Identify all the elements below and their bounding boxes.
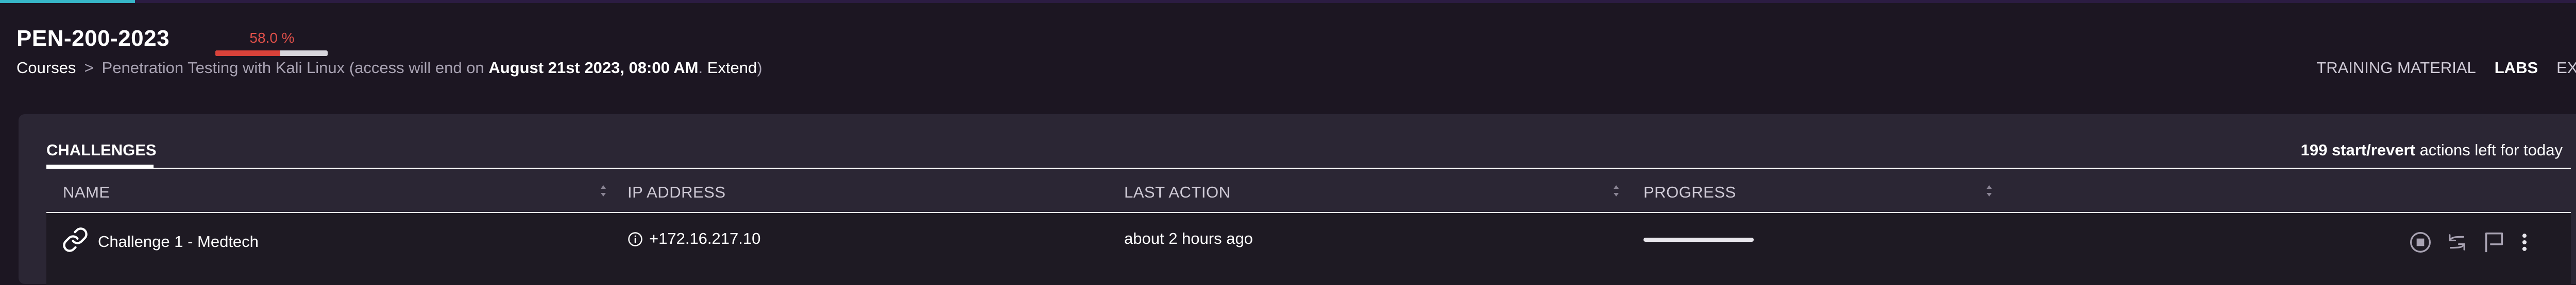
course-progress-fill (215, 50, 281, 56)
challenge-progress-fill (1643, 238, 1754, 242)
flag-icon[interactable] (2482, 230, 2506, 254)
course-title: PEN-200-2023 (16, 26, 170, 51)
breadcrumb-courses-link[interactable]: Courses (16, 59, 76, 77)
nav-exam[interactable]: EXAM (2556, 59, 2576, 77)
actions-left-suffix: actions left for today (2419, 141, 2563, 159)
access-prefix: (access will end on (349, 59, 484, 77)
top-nav: TRAINING MATERIAL LABS EXAM (2316, 59, 2576, 77)
access-close-paren: ) (757, 59, 762, 77)
access-end-date: August 21st 2023, 08:00 AM (488, 59, 699, 77)
challenge-progress-bar (1643, 238, 1754, 242)
challenge-last-action: about 2 hours ago (1124, 229, 1253, 247)
breadcrumb-course-name: Penetration Testing with Kali Linux (101, 59, 345, 77)
table-header: NAME IP ADDRESS LAST ACTION PROGRESS (46, 169, 2571, 212)
column-header-name[interactable]: NAME (63, 183, 110, 202)
actions-left-count: 199 start/revert (2300, 141, 2415, 159)
column-header-last-action[interactable]: LAST ACTION (1124, 183, 1231, 202)
stop-icon[interactable] (2409, 231, 2432, 254)
table-row[interactable]: Challenge 1 - Medtech +172.16.217.10 abo… (46, 213, 2571, 285)
nav-training-material[interactable]: TRAINING MATERIAL (2316, 59, 2476, 77)
actions-left-counter: 199 start/revert actions left for today (2301, 141, 2563, 159)
column-header-ip-address[interactable]: IP ADDRESS (628, 183, 726, 202)
challenge-ip-address: +172.16.217.10 (649, 229, 761, 247)
challenge-name[interactable]: Challenge 1 - Medtech (98, 233, 259, 251)
sort-icon[interactable] (1986, 182, 1993, 200)
nav-labs[interactable]: LABS (2495, 59, 2538, 77)
tab-challenges[interactable]: CHALLENGES (46, 141, 157, 159)
more-icon[interactable] (2519, 231, 2530, 254)
link-icon (63, 227, 88, 252)
row-actions (2409, 230, 2530, 254)
column-header-progress[interactable]: PROGRESS (1643, 183, 1736, 202)
top-accent-bar-fill (0, 0, 135, 3)
course-progress-label: 58.0 % (249, 30, 295, 46)
course-progress-bar (215, 50, 328, 56)
sort-icon[interactable] (1613, 182, 1620, 200)
breadcrumb-separator: > (84, 59, 94, 77)
access-period: . (698, 59, 703, 77)
sort-icon[interactable] (600, 182, 607, 200)
revert-icon[interactable] (2445, 231, 2469, 254)
extend-link[interactable]: Extend (707, 59, 757, 77)
breadcrumb: Courses > Penetration Testing with Kali Li… (16, 59, 762, 77)
top-accent-bar (0, 0, 2576, 3)
challenges-panel: CHALLENGES 199 start/revert actions left… (19, 114, 2576, 285)
info-icon[interactable] (628, 231, 643, 247)
